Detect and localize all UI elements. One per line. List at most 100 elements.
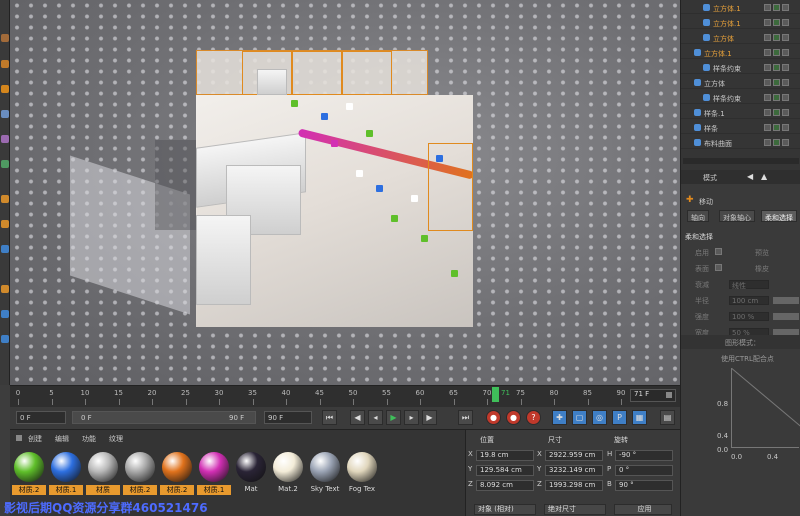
editor-visibility-icon[interactable] xyxy=(764,79,771,86)
scene-tool-icon[interactable] xyxy=(1,160,9,168)
menu-texture[interactable]: 纹理 xyxy=(109,434,123,444)
mode-menu[interactable]: 模式 xyxy=(703,173,717,183)
param-checkbox[interactable] xyxy=(715,248,722,255)
key-parameter-button[interactable]: P xyxy=(612,410,627,425)
object-name[interactable]: 立方体.1 xyxy=(713,19,741,29)
previous-keyframe-button[interactable]: ◀ xyxy=(350,410,365,425)
tag-icon[interactable] xyxy=(782,64,789,71)
editor-visibility-icon[interactable] xyxy=(764,34,771,41)
tag-icon[interactable] xyxy=(782,139,789,146)
array-tool-icon[interactable] xyxy=(1,110,9,118)
enabled-check-icon[interactable] xyxy=(773,124,780,131)
visibility-toggles[interactable] xyxy=(764,94,794,102)
key-position-button[interactable]: ✚ xyxy=(552,410,567,425)
key-pla-button[interactable]: ▦ xyxy=(632,410,647,425)
position-field[interactable]: 19.8 cm xyxy=(476,450,534,461)
rotation-field[interactable]: 90 ° xyxy=(615,480,673,491)
object-name[interactable]: 立方体 xyxy=(704,79,725,89)
material-swatch[interactable]: 材质 xyxy=(86,452,120,495)
visibility-toggles[interactable] xyxy=(764,139,794,147)
enabled-check-icon[interactable] xyxy=(773,109,780,116)
up-arrow-icon[interactable]: ▲ xyxy=(761,172,767,181)
material-swatch[interactable]: Mat.2 xyxy=(271,452,305,493)
points-mode-icon[interactable] xyxy=(1,285,9,293)
camera-tool-icon[interactable] xyxy=(1,195,9,203)
tag-icon[interactable] xyxy=(782,124,789,131)
key-scale-button[interactable]: ▢ xyxy=(572,410,587,425)
tab-soft-selection[interactable]: 柔和选择 xyxy=(761,210,797,222)
editor-visibility-icon[interactable] xyxy=(764,94,771,101)
tab-axis[interactable]: 轴向 xyxy=(687,210,709,222)
material-swatch[interactable]: 材质.2 xyxy=(123,452,157,495)
object-name[interactable]: 立方体.1 xyxy=(704,49,732,59)
material-swatch[interactable]: Fog Tex xyxy=(345,452,379,493)
object-row[interactable]: 立方体.1 xyxy=(681,17,800,29)
tag-icon[interactable] xyxy=(782,34,789,41)
pen-tool-icon[interactable] xyxy=(1,60,9,68)
enabled-check-icon[interactable] xyxy=(773,64,780,71)
param-slider[interactable] xyxy=(773,297,799,304)
object-name[interactable]: 样条约束 xyxy=(713,64,741,74)
autokey-button[interactable]: ● xyxy=(506,410,521,425)
enabled-check-icon[interactable] xyxy=(773,4,780,11)
rotation-field[interactable]: -90 ° xyxy=(615,450,673,461)
object-row[interactable]: 立方体.1 xyxy=(681,47,800,59)
3d-viewport[interactable] xyxy=(10,0,680,385)
visibility-toggles[interactable] xyxy=(764,79,794,87)
visibility-toggles[interactable] xyxy=(764,34,794,42)
object-name[interactable]: 样条.1 xyxy=(704,109,725,119)
editor-visibility-icon[interactable] xyxy=(764,4,771,11)
falloff-graph[interactable] xyxy=(731,368,800,448)
position-field[interactable]: 129.584 cm xyxy=(476,465,534,476)
keyframe-selection-button[interactable]: ? xyxy=(526,410,541,425)
tag-icon[interactable] xyxy=(782,94,789,101)
material-swatch[interactable]: 材质.2 xyxy=(12,452,46,495)
light-tool-icon[interactable] xyxy=(1,220,9,228)
enabled-check-icon[interactable] xyxy=(773,49,780,56)
object-row[interactable]: 立方体.1 xyxy=(681,2,800,14)
object-name[interactable]: 布料曲面 xyxy=(704,139,732,149)
material-swatch[interactable]: 材质.1 xyxy=(49,452,83,495)
end-frame-field[interactable]: 90 F xyxy=(264,411,312,424)
size-field[interactable]: 2922.959 cm xyxy=(545,450,603,461)
preview-range-slider[interactable]: 0 F 90 F xyxy=(72,411,256,424)
param-value-field[interactable]: 线性 xyxy=(729,280,769,290)
next-frame-button[interactable]: ▸ xyxy=(404,410,419,425)
tab-object-axis[interactable]: 对象轴心 xyxy=(719,210,755,222)
object-row[interactable]: 立方体 xyxy=(681,32,800,44)
editor-visibility-icon[interactable] xyxy=(764,64,771,71)
tag-icon[interactable] xyxy=(782,4,789,11)
material-swatch[interactable]: Sky Text xyxy=(308,452,342,493)
editor-visibility-icon[interactable] xyxy=(764,139,771,146)
rotation-field[interactable]: 0 ° xyxy=(615,465,673,476)
next-keyframe-button[interactable]: ▶ xyxy=(422,410,437,425)
object-name[interactable]: 样条约束 xyxy=(713,94,741,104)
param-value-field[interactable]: 100 cm xyxy=(729,296,769,305)
object-name[interactable]: 立方体.1 xyxy=(713,4,741,14)
visibility-toggles[interactable] xyxy=(764,64,794,72)
enabled-check-icon[interactable] xyxy=(773,94,780,101)
size-mode-select[interactable]: 绝对尺寸 xyxy=(544,504,606,515)
object-row[interactable]: 立方体 xyxy=(681,77,800,89)
cube-tool-icon[interactable] xyxy=(1,34,9,42)
go-to-end-button[interactable]: ⏭ xyxy=(458,410,473,425)
play-button[interactable]: ▶ xyxy=(386,410,401,425)
position-field[interactable]: 8.092 cm xyxy=(476,480,534,491)
param-slider[interactable] xyxy=(773,313,799,320)
frame-stepper-icon[interactable] xyxy=(666,392,672,398)
size-field[interactable]: 1993.298 cm xyxy=(545,480,603,491)
record-button[interactable]: ● xyxy=(486,410,501,425)
start-frame-field[interactable]: 0 F xyxy=(16,411,66,424)
key-rotation-button[interactable]: ◎ xyxy=(592,410,607,425)
material-swatch[interactable]: Mat xyxy=(234,452,268,493)
tag-icon[interactable] xyxy=(782,49,789,56)
size-field[interactable]: 3232.149 cm xyxy=(545,465,603,476)
editor-visibility-icon[interactable] xyxy=(764,49,771,56)
go-to-start-button[interactable]: ⏮ xyxy=(322,410,337,425)
param-value-field[interactable]: 100 % xyxy=(729,312,769,321)
timeline-window-icon[interactable]: ▤ xyxy=(660,410,675,425)
object-row[interactable]: 样条约束 xyxy=(681,62,800,74)
object-row[interactable]: 布料曲面 xyxy=(681,137,800,149)
visibility-toggles[interactable] xyxy=(764,4,794,12)
edges-mode-icon[interactable] xyxy=(1,310,9,318)
